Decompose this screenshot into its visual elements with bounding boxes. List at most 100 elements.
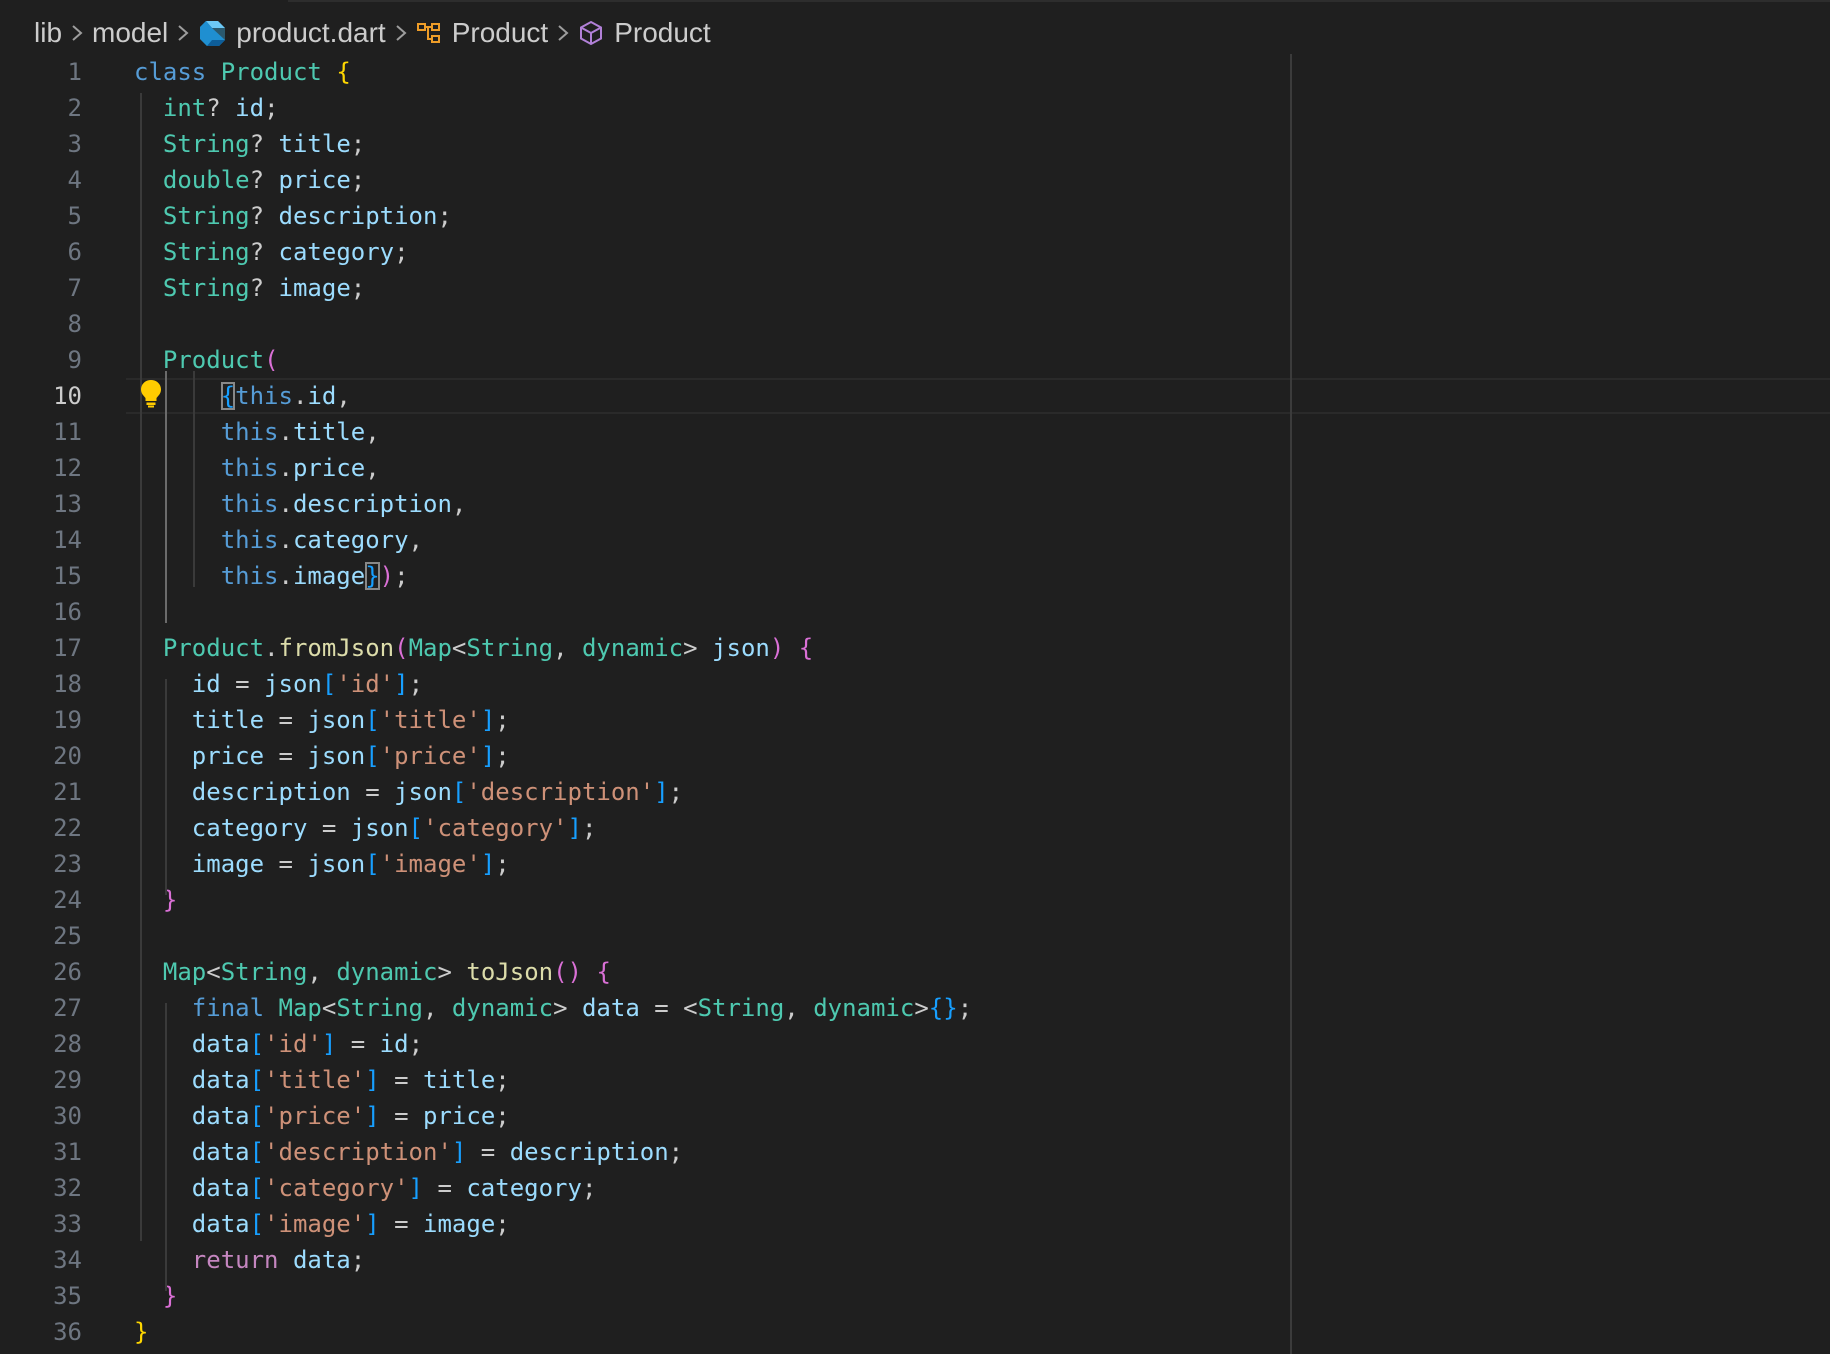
code-line[interactable]: 18 id = json['id']; (0, 666, 1830, 702)
code-line[interactable]: 33 data['image'] = image; (0, 1206, 1830, 1242)
code-token: [ (365, 850, 380, 878)
code-token: [ (249, 1102, 265, 1130)
indent-guide (140, 93, 142, 1241)
code-line[interactable]: 4 double? price; (0, 162, 1830, 198)
code-line[interactable]: 5 String? description; (0, 198, 1830, 234)
code-line[interactable]: 15 this.image}); (0, 558, 1830, 594)
code-line[interactable]: 7 String? image; (0, 270, 1830, 306)
code-line[interactable]: 25 (0, 918, 1830, 954)
code-token: String (162, 202, 250, 230)
code-token: dynamic (813, 994, 915, 1022)
code-text: description = json['description']; (134, 774, 683, 810)
code-line[interactable]: 2 int? id; (0, 90, 1830, 126)
code-token: image (191, 850, 265, 878)
line-number: 24 (53, 886, 82, 914)
code-line[interactable]: 28 data['id'] = id; (0, 1026, 1830, 1062)
constructor-symbol-icon (578, 20, 604, 46)
code-line[interactable]: 32 data['category'] = category; (0, 1170, 1830, 1206)
code-text: final Map<String, dynamic> data = <Strin… (134, 990, 972, 1026)
code-text: data['description'] = description; (134, 1134, 683, 1170)
code-token: category (292, 526, 409, 554)
code-token: [ (249, 1066, 265, 1094)
code-token: json (394, 778, 452, 806)
code-token: . (278, 526, 293, 554)
line-number: 21 (53, 778, 82, 806)
code-line[interactable]: 16 (0, 594, 1830, 630)
code-line[interactable]: 26 Map<String, dynamic> toJson() { (0, 954, 1830, 990)
breadcrumb-item-lib[interactable]: lib (34, 17, 62, 49)
breadcrumb-item-file[interactable]: product.dart (236, 17, 385, 49)
code-line[interactable]: 34 return data; (0, 1242, 1830, 1278)
code-token: ? (206, 94, 236, 122)
code-line[interactable]: 36} (0, 1314, 1830, 1350)
code-line[interactable]: 11 this.title, (0, 414, 1830, 450)
code-token: = (264, 850, 308, 878)
breadcrumb-item-model[interactable]: model (92, 17, 168, 49)
code-line[interactable]: 22 category = json['category']; (0, 810, 1830, 846)
code-token: category (466, 1174, 582, 1202)
breadcrumb-item-constructor[interactable]: Product (614, 17, 711, 49)
code-token: ] (394, 670, 409, 698)
chevron-right-icon (556, 23, 570, 43)
code-token: String (466, 634, 554, 662)
code-line[interactable]: 20 price = json['price']; (0, 738, 1830, 774)
code-token: data (191, 1066, 250, 1094)
code-editor[interactable]: 1 class Product {2 int? id; 3 String? titl… (0, 54, 1830, 1354)
code-line[interactable]: 8 (0, 306, 1830, 342)
code-line[interactable]: 21 description = json['description']; (0, 774, 1830, 810)
code-text: id = json['id']; (134, 666, 423, 702)
code-token: [ (249, 1174, 265, 1202)
code-line[interactable]: 12 this.price, (0, 450, 1830, 486)
code-line[interactable]: 1 class Product { (0, 54, 1830, 90)
code-token: ; (495, 1066, 510, 1094)
indent-guide (165, 679, 167, 895)
lightbulb-icon[interactable] (138, 378, 164, 408)
code-line[interactable]: 13 this.description, (0, 486, 1830, 522)
line-number: 18 (53, 670, 82, 698)
line-number: 16 (53, 598, 82, 626)
chevron-right-icon (394, 23, 408, 43)
code-line[interactable]: 27 final Map<String, dynamic> data = <St… (0, 990, 1830, 1026)
line-number: 3 (67, 130, 82, 158)
code-token: ( (394, 634, 409, 662)
code-text: price = json['price']; (134, 738, 510, 774)
code-line[interactable]: 23 image = json['image']; (0, 846, 1830, 882)
line-number: 26 (53, 958, 82, 986)
code-line[interactable]: 35 } (0, 1278, 1830, 1314)
code-line[interactable]: 19 title = json['title']; (0, 702, 1830, 738)
code-line[interactable]: 24 } (0, 882, 1830, 918)
line-number: 4 (67, 166, 82, 194)
code-token: data (191, 1174, 250, 1202)
code-token: ] (365, 1066, 380, 1094)
code-line[interactable]: 3 String? title; (0, 126, 1830, 162)
code-token: ; (581, 1174, 597, 1202)
code-line[interactable]: 9 Product( (0, 342, 1830, 378)
code-token: Product (162, 634, 265, 662)
code-token: [ (249, 1030, 265, 1058)
code-token: id (379, 1030, 409, 1058)
code-token: [ (365, 706, 380, 734)
code-token: ; (668, 778, 684, 806)
code-line[interactable]: 30 data['price'] = price; (0, 1098, 1830, 1134)
line-number: 1 (67, 58, 82, 86)
code-token: ] (480, 850, 496, 878)
breadcrumb-item-class[interactable]: Product (452, 17, 549, 49)
code-line[interactable]: 10 {this.id, (0, 378, 1830, 414)
code-token: json (307, 742, 366, 770)
code-line[interactable]: 17 Product.fromJson(Map<String, dynamic>… (0, 630, 1830, 666)
code-token: class (134, 58, 207, 86)
line-number: 30 (53, 1102, 82, 1130)
code-line[interactable]: 14 this.category, (0, 522, 1830, 558)
code-line[interactable]: 31 data['description'] = description; (0, 1134, 1830, 1170)
code-line[interactable]: 6 String? category; (0, 234, 1830, 270)
code-line[interactable]: 29 data['title'] = title; (0, 1062, 1830, 1098)
